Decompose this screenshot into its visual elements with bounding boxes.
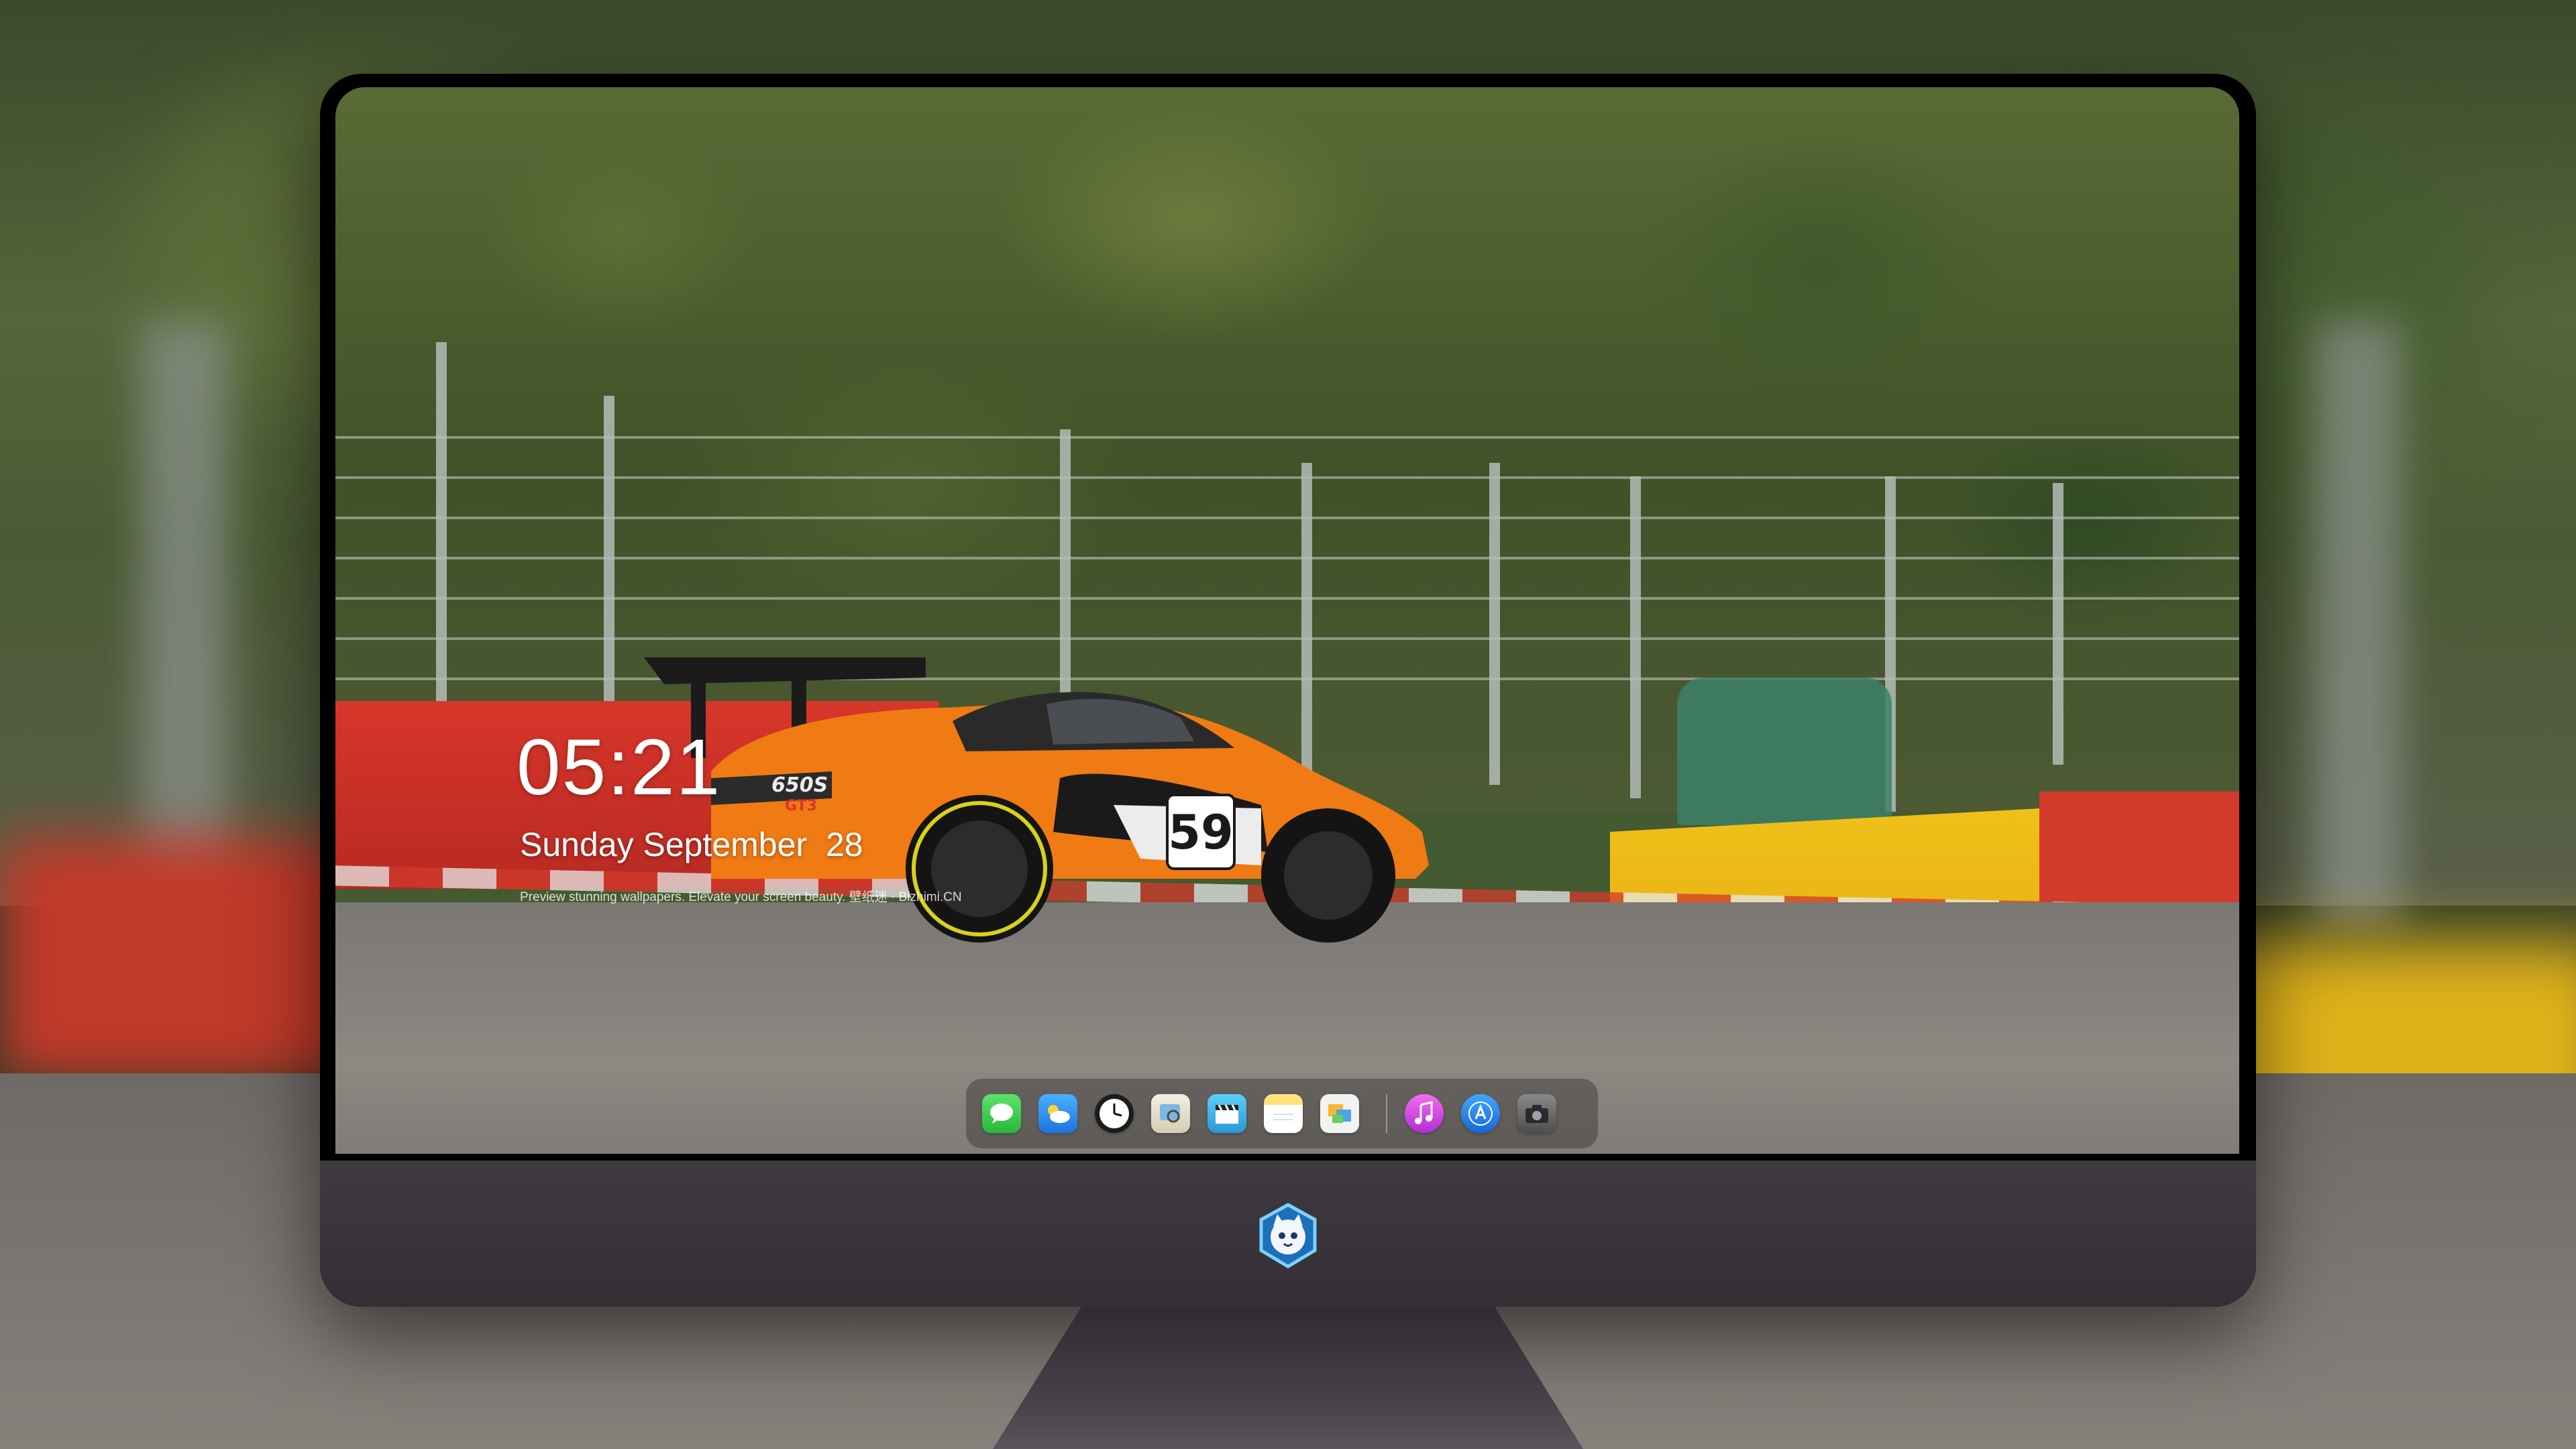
notes-icon[interactable] [1264,1094,1303,1133]
photos-icon[interactable] [1320,1094,1359,1133]
fence-wire [335,517,2239,519]
preview-icon[interactable] [1151,1094,1190,1133]
camera-icon[interactable] [1517,1094,1556,1133]
car-model-badge: 650S [771,773,828,797]
clapper-icon[interactable] [1208,1094,1246,1133]
background-pole [2314,322,2402,926]
music-icon[interactable] [1405,1094,1444,1133]
fence-wire [335,557,2239,559]
car-number: 59 [1168,805,1233,860]
dock-separator [1386,1094,1387,1133]
app-store-icon[interactable] [1461,1094,1500,1133]
background-pole [141,322,228,926]
messages-icon[interactable] [982,1094,1021,1133]
fence-wire [335,476,2239,479]
desktop-screen: 59 650S GT3 [335,87,2239,1154]
cat-mascot-icon [1259,1203,1317,1269]
car-trim-badge: GT3 [785,798,817,814]
wallpaper-tagline: Preview stunning wallpapers. Elevate you… [520,890,962,904]
fence-wire [335,597,2239,600]
clock-icon[interactable] [1095,1094,1134,1133]
weather-icon[interactable] [1038,1094,1077,1133]
fence-post [2053,483,2063,765]
trackside-cabin [1677,678,1892,825]
fence-post [436,342,447,718]
fence-post [1630,476,1641,798]
fence-wire [335,436,2239,439]
monitor-stand [993,1307,1583,1449]
clock-time: 05:21 [517,723,722,812]
clock-date: Sunday September 28 [520,826,863,863]
dock [966,1079,1598,1148]
brand-logo [1253,1201,1323,1271]
